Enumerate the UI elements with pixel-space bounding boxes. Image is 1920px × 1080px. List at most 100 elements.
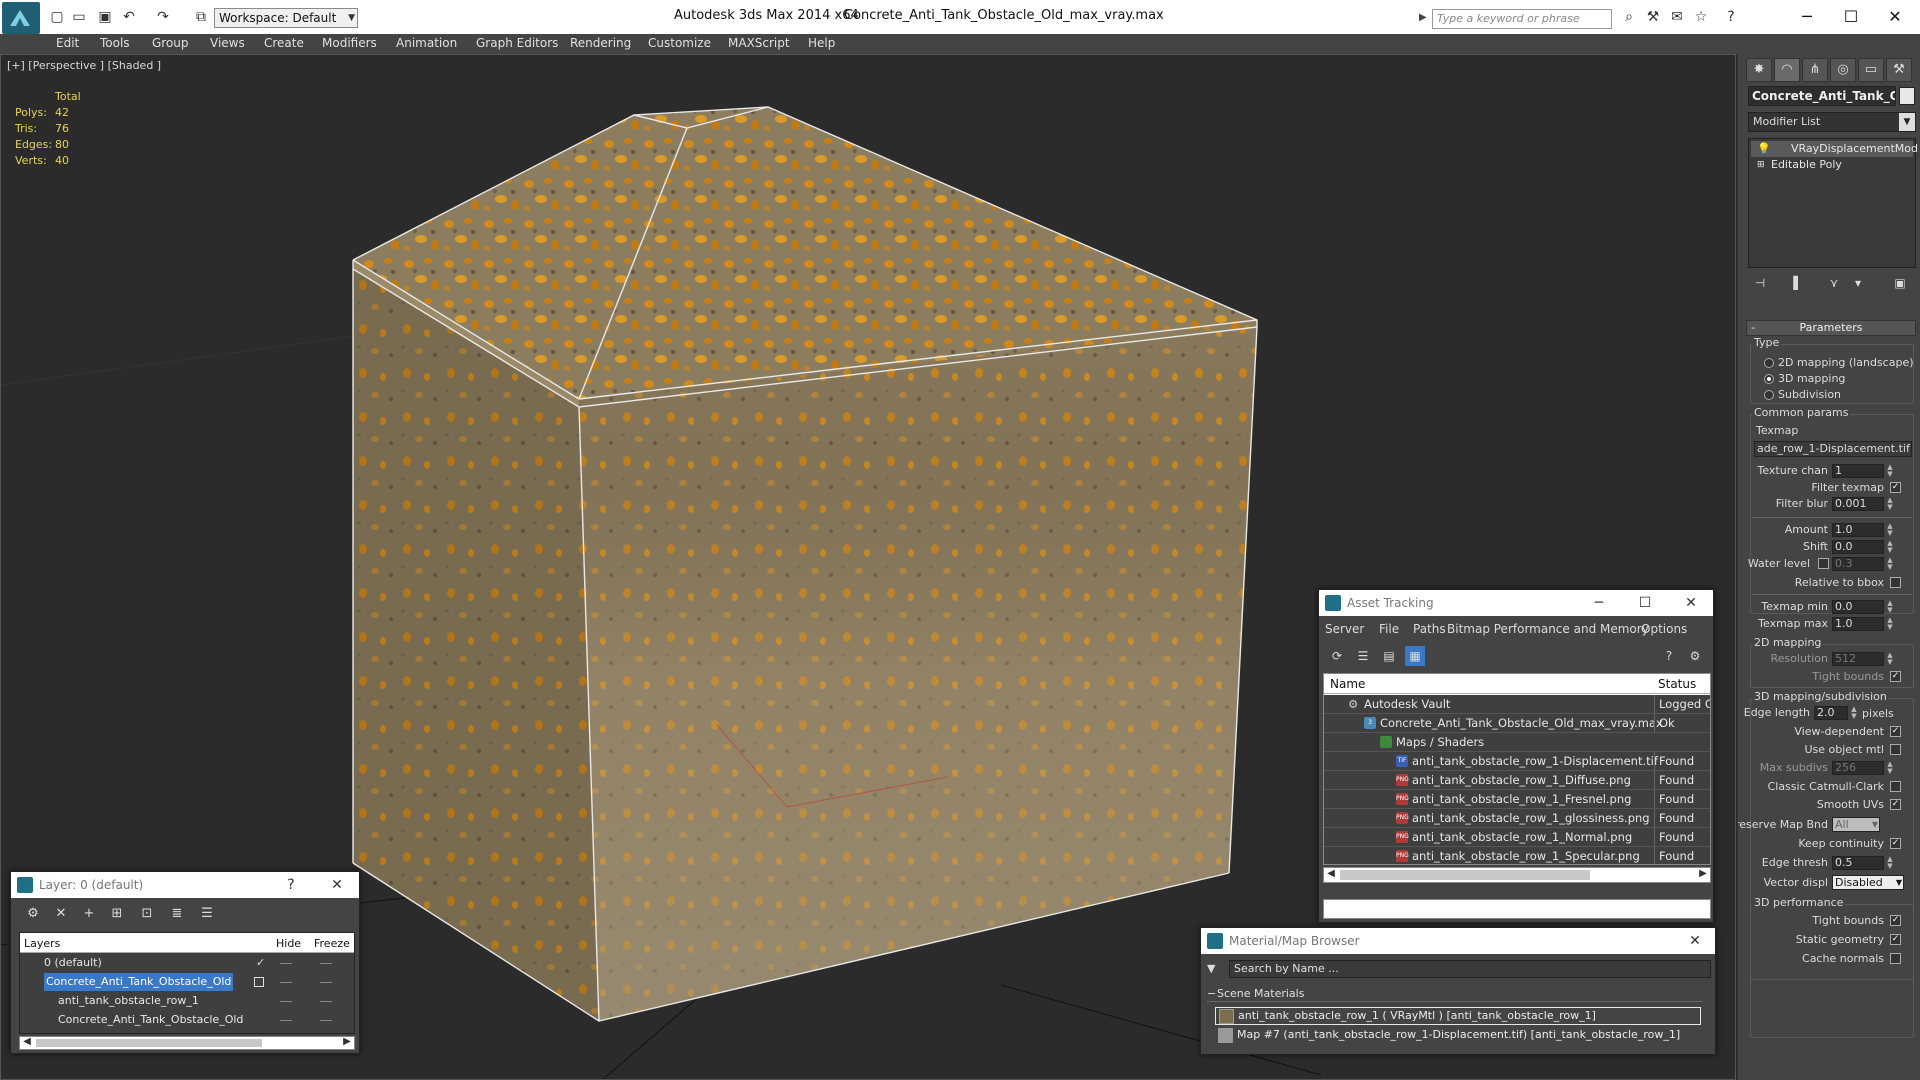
minimize-button[interactable]: ─ <box>1579 590 1619 616</box>
refresh-icon[interactable]: ⟳ <box>1327 646 1347 666</box>
tools-icon[interactable]: ⚒ <box>1644 9 1662 25</box>
maximize-button[interactable]: ☐ <box>1828 4 1874 30</box>
use-object-mtl-checkbox[interactable] <box>1890 744 1901 755</box>
table-view-icon[interactable]: ▦ <box>1405 646 1425 666</box>
scene-materials-section[interactable]: − Scene Materials <box>1207 986 1703 1002</box>
menu-options[interactable]: Options <box>1641 622 1687 636</box>
layer-horizontal-scrollbar[interactable]: ◀ ▶ <box>19 1036 355 1050</box>
spinner-arrows-icon[interactable]: ▲ ▼ <box>1886 557 1894 571</box>
spinner-arrows-icon[interactable]: ▲ ▼ <box>1886 523 1894 537</box>
spinner-arrows-icon[interactable]: ▲ ▼ <box>1886 600 1894 614</box>
app-logo[interactable] <box>2 2 40 34</box>
minimize-button[interactable]: ─ <box>1784 4 1830 30</box>
keep-continuity-checkbox[interactable]: ✓ <box>1890 838 1901 849</box>
filter-blur-spinner[interactable]: 0.001 <box>1832 497 1884 511</box>
spinner-arrows-icon[interactable]: ▲ ▼ <box>1886 856 1894 870</box>
texture-chan-spinner[interactable]: 1 <box>1832 464 1884 478</box>
edge-length-spinner[interactable]: 2.0 <box>1814 706 1848 720</box>
edge-thresh-spinner[interactable]: 0.5 <box>1832 856 1884 870</box>
add-to-layer-icon[interactable]: ⊞ <box>107 906 127 926</box>
thumbnail-view-icon[interactable]: ▤ <box>1379 646 1399 666</box>
texmap-button[interactable]: ade_row_1-Displacement.tif) <box>1754 441 1912 457</box>
max-subdivs-spinner[interactable]: 256 <box>1832 761 1884 775</box>
chevron-right-icon[interactable]: ▶ <box>340 1036 354 1047</box>
remove-modifier-icon[interactable]: ▾ <box>1850 276 1866 292</box>
material-search-input[interactable]: Search by Name ... <box>1229 960 1711 978</box>
smooth-uvs-checkbox[interactable]: ✓ <box>1890 799 1901 810</box>
cache-normals-checkbox[interactable] <box>1890 953 1901 964</box>
current-layer-icon[interactable] <box>254 977 264 987</box>
utilities-tab-icon[interactable]: ⚒ <box>1886 58 1912 82</box>
asset-row[interactable]: 3 Concrete_Anti_Tank_Obstacle_Old_max_vr… <box>1324 714 1710 733</box>
redo-icon[interactable]: ↷ <box>154 9 172 25</box>
settings-icon[interactable]: ⚙ <box>1685 646 1705 666</box>
undo-icon[interactable]: ↶ <box>120 9 138 25</box>
spinner-arrows-icon[interactable]: ▲ ▼ <box>1886 617 1894 631</box>
save-file-icon[interactable]: ▣ <box>96 9 114 25</box>
chevron-left-icon[interactable]: ◀ <box>20 1036 34 1047</box>
layer-window-titlebar[interactable]: Layer: 0 (default) ? ✕ <box>11 872 359 898</box>
select-in-layer-icon[interactable]: ⊡ <box>137 906 157 926</box>
water-level-spinner[interactable]: 0.3 <box>1832 557 1884 571</box>
asset-row[interactable]: PNG anti_tank_obstacle_row_1_Specular.pn… <box>1324 847 1710 864</box>
display-tab-icon[interactable]: ▭ <box>1858 58 1884 82</box>
asset-row[interactable]: Maps / Shaders <box>1324 733 1710 752</box>
col-layers[interactable]: Layers <box>24 937 60 950</box>
asset-row[interactable]: TIF anti_tank_obstacle_row_1-Displacemen… <box>1324 752 1710 771</box>
spinner-arrows-icon[interactable]: ▲ ▼ <box>1886 464 1894 478</box>
static-geometry-checkbox[interactable]: ✓ <box>1890 934 1901 945</box>
menu-customize[interactable]: Customize <box>648 36 711 50</box>
help-icon[interactable]: ? <box>271 872 311 898</box>
list-view-icon[interactable]: ☰ <box>1353 646 1373 666</box>
hierarchy-tab-icon[interactable]: ⋔ <box>1802 58 1828 82</box>
tight-bounds-checkbox[interactable]: ✓ <box>1890 671 1901 682</box>
new-file-icon[interactable]: ▢ <box>48 9 66 25</box>
object-color-swatch[interactable] <box>1899 87 1915 105</box>
col-freeze[interactable]: Freeze <box>314 937 350 950</box>
make-unique-icon[interactable]: ⋎ <box>1826 276 1842 292</box>
menu-create[interactable]: Create <box>264 36 304 50</box>
radio-subdivision[interactable] <box>1764 390 1774 400</box>
parameters-rollout[interactable]: - Parameters <box>1746 320 1916 336</box>
maximize-button[interactable]: ☐ <box>1625 590 1665 616</box>
material-browser-titlebar[interactable]: Material/Map Browser ✕ <box>1201 928 1715 954</box>
asset-row[interactable]: ⚙ Autodesk Vault Logged C <box>1324 695 1710 714</box>
spinner-arrows-icon[interactable]: ▲ ▼ <box>1886 652 1894 666</box>
expand-icon[interactable]: ⊞ <box>1757 157 1765 173</box>
workspace-dropdown[interactable]: Workspace: Default ▼ <box>214 8 358 28</box>
radio-2d-mapping[interactable] <box>1764 358 1774 368</box>
object-name-field[interactable]: Concrete_Anti_Tank_Obs <box>1748 86 1896 106</box>
modify-tab-icon[interactable]: ◠ <box>1774 58 1800 82</box>
show-end-result-icon[interactable]: ▌ <box>1790 276 1806 292</box>
chevron-right-icon[interactable]: ▶ <box>1696 868 1710 879</box>
amount-spinner[interactable]: 1.0 <box>1832 523 1884 537</box>
menu-rendering[interactable]: Rendering <box>570 36 631 50</box>
menu-bitmap-performance[interactable]: Bitmap Performance and Memory <box>1447 622 1649 636</box>
menu-animation[interactable]: Animation <box>396 36 457 50</box>
layer-properties-icon[interactable]: ☰ <box>197 906 217 926</box>
material-item[interactable]: anti_tank_obstacle_row_1 ( VRayMtl ) [an… <box>1215 1007 1701 1025</box>
menu-modifiers[interactable]: Modifiers <box>322 36 377 50</box>
asset-row[interactable]: PNG anti_tank_obstacle_row_1_Fresnel.png… <box>1324 790 1710 809</box>
favorites-star-icon[interactable]: ☆ <box>1692 9 1710 25</box>
layer-row[interactable]: anti_tank_obstacle_row_1 <box>20 992 354 1011</box>
asset-path-field[interactable] <box>1323 899 1711 919</box>
resolution-spinner[interactable]: 512 <box>1832 652 1884 666</box>
close-button[interactable]: ✕ <box>1671 590 1711 616</box>
menu-tools[interactable]: Tools <box>100 36 130 50</box>
layer-row[interactable]: Concrete_Anti_Tank_Obstacle_Old <box>20 973 354 992</box>
texmap-min-spinner[interactable]: 0.0 <box>1832 600 1884 614</box>
asset-row[interactable]: PNG anti_tank_obstacle_row_1_Diffuse.png… <box>1324 771 1710 790</box>
col-status[interactable]: Status <box>1658 677 1696 691</box>
col-hide[interactable]: Hide <box>276 937 301 950</box>
spinner-arrows-icon[interactable]: ▲ ▼ <box>1886 497 1894 511</box>
stack-item-vraydisplacement[interactable]: 💡 VRayDisplacementMod <box>1751 141 1918 157</box>
menu-help[interactable]: Help <box>808 36 835 50</box>
help-icon[interactable]: ? <box>1659 646 1679 666</box>
delete-layer-icon[interactable]: ✕ <box>51 906 71 926</box>
shift-spinner[interactable]: 0.0 <box>1832 540 1884 554</box>
viewport-label[interactable]: [+] [Perspective ] [Shaded ] <box>7 59 161 72</box>
menu-edit[interactable]: Edit <box>56 36 79 50</box>
menu-paths[interactable]: Paths <box>1413 622 1446 636</box>
radio-3d-mapping[interactable] <box>1764 374 1774 384</box>
